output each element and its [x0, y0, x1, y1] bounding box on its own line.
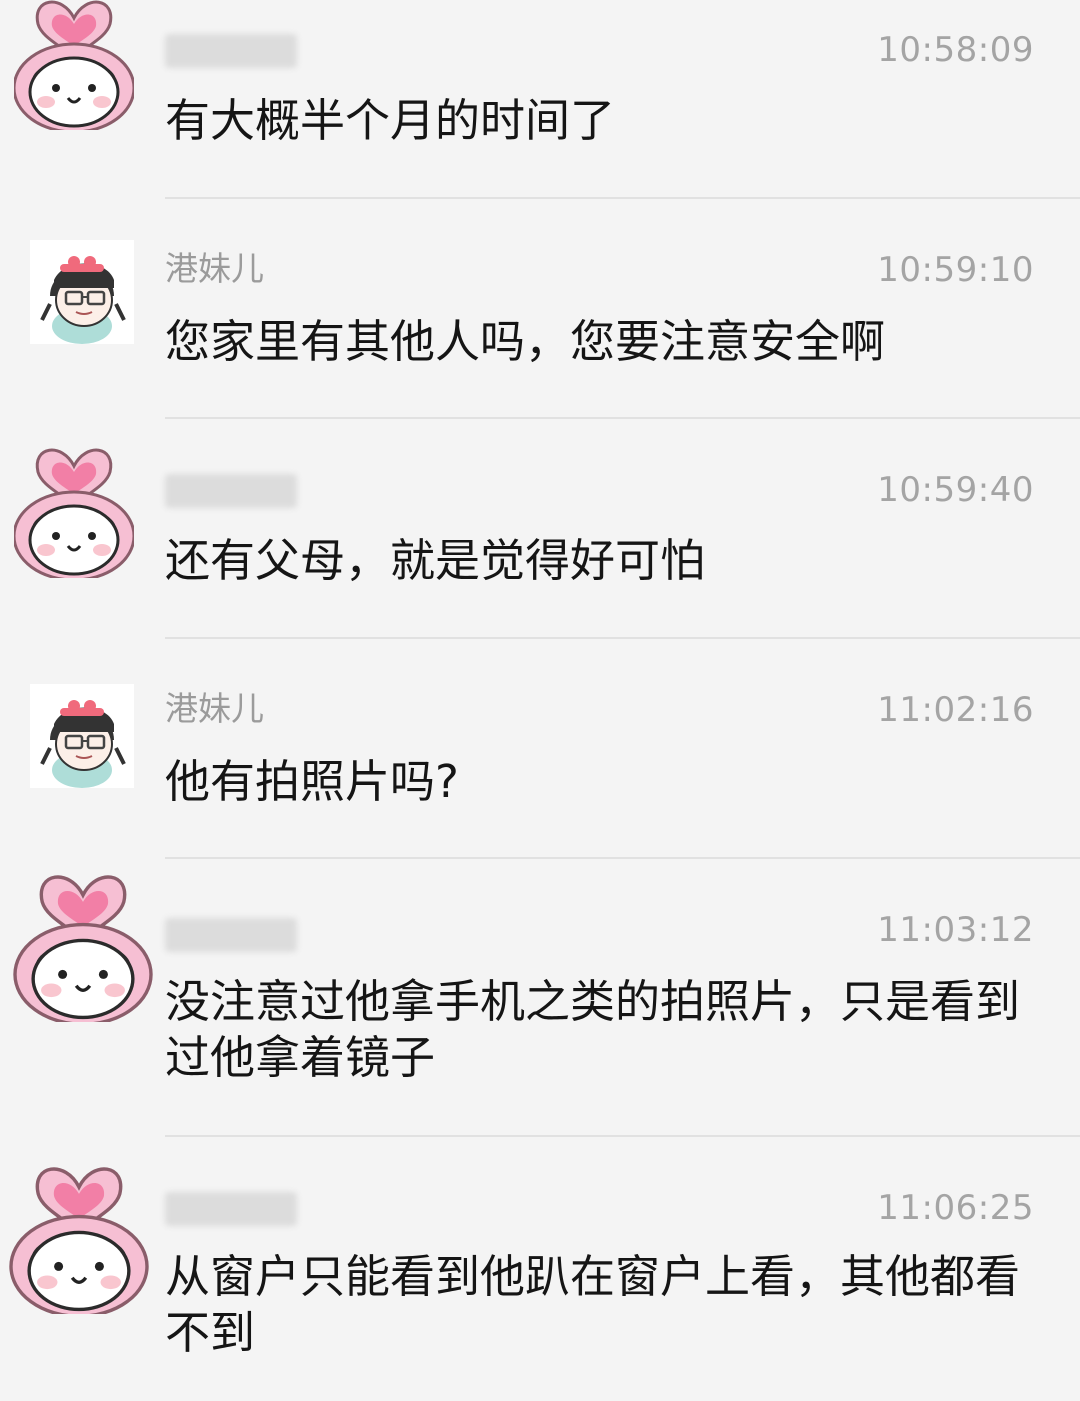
pink-heart-girl-avatar-icon[interactable]: [4, 1144, 154, 1318]
divider: [165, 637, 1080, 639]
message-text: 他有拍照片吗?: [165, 755, 459, 808]
sender-name: [165, 474, 297, 508]
message-text: 有大概半个月的时间了: [165, 94, 616, 147]
sender-name: [165, 918, 297, 952]
message-text: 您家里有其他人吗，您要注意安全啊: [165, 315, 886, 368]
pink-heart-girl-avatar-icon[interactable]: [8, 852, 158, 1026]
pink-heart-girl-avatar-icon[interactable]: [12, 0, 136, 134]
chat-message: 10:59:40 还有父母，就是觉得好可怕: [0, 420, 1080, 640]
message-text: 没注意过他拿手机之类的拍照片，只是看到过他拿着镜子: [165, 975, 1021, 1084]
message-text: 从窗户只能看到他趴在窗户上看，其他都看不到: [165, 1250, 1021, 1359]
sender-name: 港妹儿: [165, 249, 264, 288]
chat-message: 港妹儿 10:59:10 您家里有其他人吗，您要注意安全啊: [0, 200, 1080, 420]
message-time: 11:03:12: [877, 910, 1034, 950]
sender-name: 港妹儿: [165, 689, 264, 728]
message-time: 10:59:40: [877, 470, 1034, 510]
chat-message: 10:58:09 有大概半个月的时间了: [0, 0, 1080, 200]
chat-message: 11:03:12 没注意过他拿手机之类的拍照片，只是看到过他拿着镜子: [0, 860, 1080, 1138]
glasses-girl-avatar-icon[interactable]: [28, 682, 136, 790]
divider: [165, 417, 1080, 419]
message-time: 11:02:16: [877, 690, 1034, 730]
chat-history: 10:58:09 有大概半个月的时间了 港妹儿 10:59:10 您家里有其他人…: [0, 0, 1080, 1401]
divider: [165, 197, 1080, 199]
chat-message: 港妹儿 11:02:16 他有拍照片吗?: [0, 640, 1080, 860]
sender-name: [165, 34, 297, 68]
message-time: 10:58:09: [877, 30, 1034, 70]
chat-message: 11:06:25 从窗户只能看到他趴在窗户上看，其他都看不到: [0, 1138, 1080, 1401]
pink-heart-girl-avatar-icon[interactable]: [12, 428, 136, 582]
divider: [165, 1135, 1080, 1137]
message-text: 还有父母，就是觉得好可怕: [165, 534, 706, 587]
divider: [165, 857, 1080, 859]
message-time: 11:06:25: [877, 1188, 1034, 1228]
sender-name: [165, 1192, 297, 1226]
glasses-girl-avatar-icon[interactable]: [28, 238, 136, 346]
message-time: 10:59:10: [877, 250, 1034, 290]
